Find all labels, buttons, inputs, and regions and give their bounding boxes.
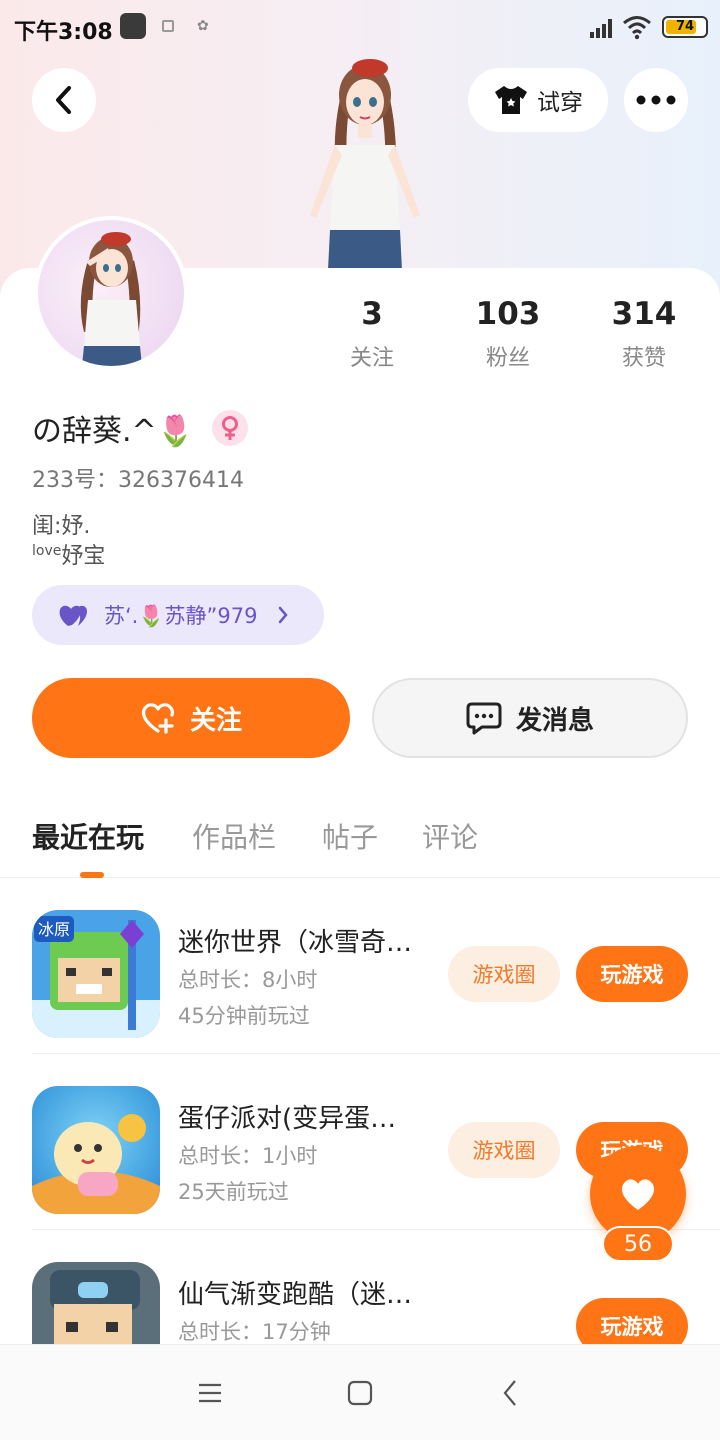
follow-label: 关注 <box>189 705 242 736</box>
cp-tag-label: 苏‘.🌷苏静”979 <box>104 604 258 628</box>
stat-value: 3 <box>361 296 383 332</box>
home-square-icon <box>347 1380 373 1406</box>
send-message-button[interactable]: 发消息 <box>372 678 688 758</box>
send-message-label: 发消息 <box>515 705 594 736</box>
game-duration: 总时长：8小时 <box>178 968 318 992</box>
chat-bubble-icon <box>466 702 502 735</box>
stat-likes[interactable]: 314 获赞 <box>584 296 704 372</box>
back-button[interactable] <box>32 68 96 132</box>
stat-value: 314 <box>611 296 677 332</box>
stat-label: 粉丝 <box>485 346 530 371</box>
back-arrow-icon <box>56 86 71 114</box>
home-button[interactable] <box>340 1375 380 1411</box>
battery-icon: 74 <box>662 16 708 38</box>
battery-level: 74 <box>675 19 695 34</box>
game-last-played: 45分钟前玩过 <box>178 1004 310 1028</box>
tab-works[interactable]: 作品栏 <box>192 816 276 856</box>
cp-relationship-tag[interactable]: 苏‘.🌷苏静”979 <box>32 585 324 645</box>
female-gender-icon <box>212 410 249 446</box>
menu-lines-icon <box>199 1383 221 1403</box>
try-on-button[interactable]: 试穿 <box>468 68 608 132</box>
wifi-icon <box>623 16 651 40</box>
game-circle-button[interactable]: 游戏圈 <box>448 1122 560 1178</box>
back-triangle-icon <box>503 1380 516 1406</box>
signal-icon <box>590 19 612 38</box>
double-heart-icon <box>59 605 88 626</box>
try-on-label: 试穿 <box>537 90 583 116</box>
game-title: 蛋仔派对(变异蛋… <box>178 1104 397 1134</box>
username-row: の辞葵.^🌷 <box>32 406 249 450</box>
game-title: 仙气渐变跑酷（迷你世界） <box>178 1280 428 1310</box>
heart-icon <box>621 1179 655 1210</box>
stat-followers[interactable]: 103 粉丝 <box>448 296 568 372</box>
tab-recently-played[interactable]: 最近在玩 <box>32 816 144 856</box>
status-time: 下午3:08 <box>14 20 113 45</box>
play-game-button[interactable]: 玩游戏 <box>576 946 688 1002</box>
like-count: 56 <box>602 1226 674 1262</box>
more-button[interactable] <box>624 68 688 132</box>
game-duration: 总时长：1小时 <box>178 1144 318 1168</box>
heart-plus-icon <box>142 703 174 734</box>
game-last-played: 25天前玩过 <box>178 1180 289 1204</box>
game-title: 迷你世界（冰雪奇… <box>178 928 413 958</box>
game-row[interactable]: 冰原 迷你世界（冰雪奇… 总时长：8小时 45分钟前玩过 游戏圈 玩游戏 <box>0 878 720 1054</box>
avatar-character-illustration <box>310 59 420 270</box>
stat-value: 103 <box>475 296 541 332</box>
stat-label: 获赞 <box>621 346 666 371</box>
game-icon-eggy-party <box>32 1086 160 1214</box>
profile-avatar[interactable] <box>34 216 188 370</box>
notification-small-icon <box>162 20 174 32</box>
recent-apps-button[interactable] <box>190 1375 230 1411</box>
bio-line-2: love妤宝 <box>32 538 105 570</box>
game-icon-mini-world-ice: 冰原 <box>32 910 160 1038</box>
stat-label: 关注 <box>349 346 394 371</box>
status-bar: 下午3:08 ✿ 74 <box>0 0 720 54</box>
game-duration: 总时长：17分钟 <box>178 1320 331 1344</box>
chevron-right-icon <box>279 606 289 624</box>
bio-sup: love <box>32 543 62 559</box>
tab-posts[interactable]: 帖子 <box>322 816 378 856</box>
more-dots-icon <box>636 95 676 105</box>
system-back-button[interactable] <box>490 1375 530 1411</box>
avatar-image <box>80 232 142 366</box>
tshirt-icon <box>495 86 527 114</box>
game-circle-button[interactable]: 游戏圈 <box>448 946 560 1002</box>
system-nav-bar <box>0 1344 720 1440</box>
username: の辞葵.^🌷 <box>32 414 195 449</box>
user-id: 233号：326376414 <box>32 468 244 493</box>
bio-text: 妤宝 <box>61 544 106 569</box>
profile-tabs: 最近在玩 作品栏 帖子 评论 <box>0 812 720 878</box>
notification-faint-icon: ✿ <box>197 18 209 34</box>
bio-line-1: 闺:妤. <box>32 514 91 539</box>
tab-comments[interactable]: 评论 <box>422 816 478 856</box>
stat-following[interactable]: 3 关注 <box>312 296 432 372</box>
notification-app-icon <box>120 13 146 39</box>
game-icon-badge: 冰原 <box>38 920 70 939</box>
follow-button[interactable]: 关注 <box>32 678 350 758</box>
